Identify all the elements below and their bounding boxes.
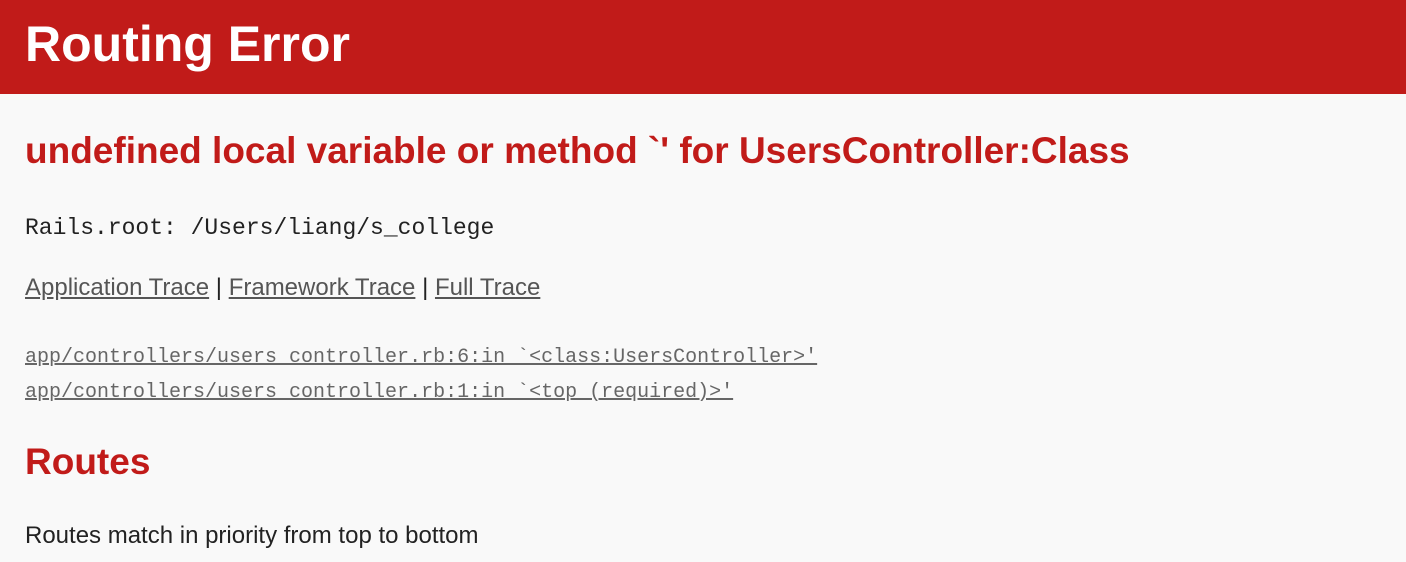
trace-line[interactable]: app/controllers/users_controller.rb:1:in… <box>25 375 817 410</box>
trace-separator: | <box>422 274 429 301</box>
error-message: undefined local variable or method `' fo… <box>25 130 1130 171</box>
page-title: Routing Error <box>25 16 350 72</box>
routes-description: Routes match in priority from top to bot… <box>25 522 479 549</box>
trace-toggle-links: Application Trace | Framework Trace | Fu… <box>25 276 540 300</box>
routes-heading: Routes <box>25 441 151 482</box>
trace-list: app/controllers/users_controller.rb:6:in… <box>25 340 817 410</box>
trace-separator: | <box>215 274 223 301</box>
trace-line[interactable]: app/controllers/users_controller.rb:6:in… <box>25 340 817 375</box>
framework-trace-link[interactable]: Framework Trace <box>229 274 416 301</box>
rails-root: Rails.root: /Users/liang/s_college <box>25 215 495 241</box>
application-trace-link[interactable]: Application Trace <box>25 274 209 301</box>
page-header: Routing Error <box>0 0 1406 94</box>
full-trace-link[interactable]: Full Trace <box>435 274 540 301</box>
